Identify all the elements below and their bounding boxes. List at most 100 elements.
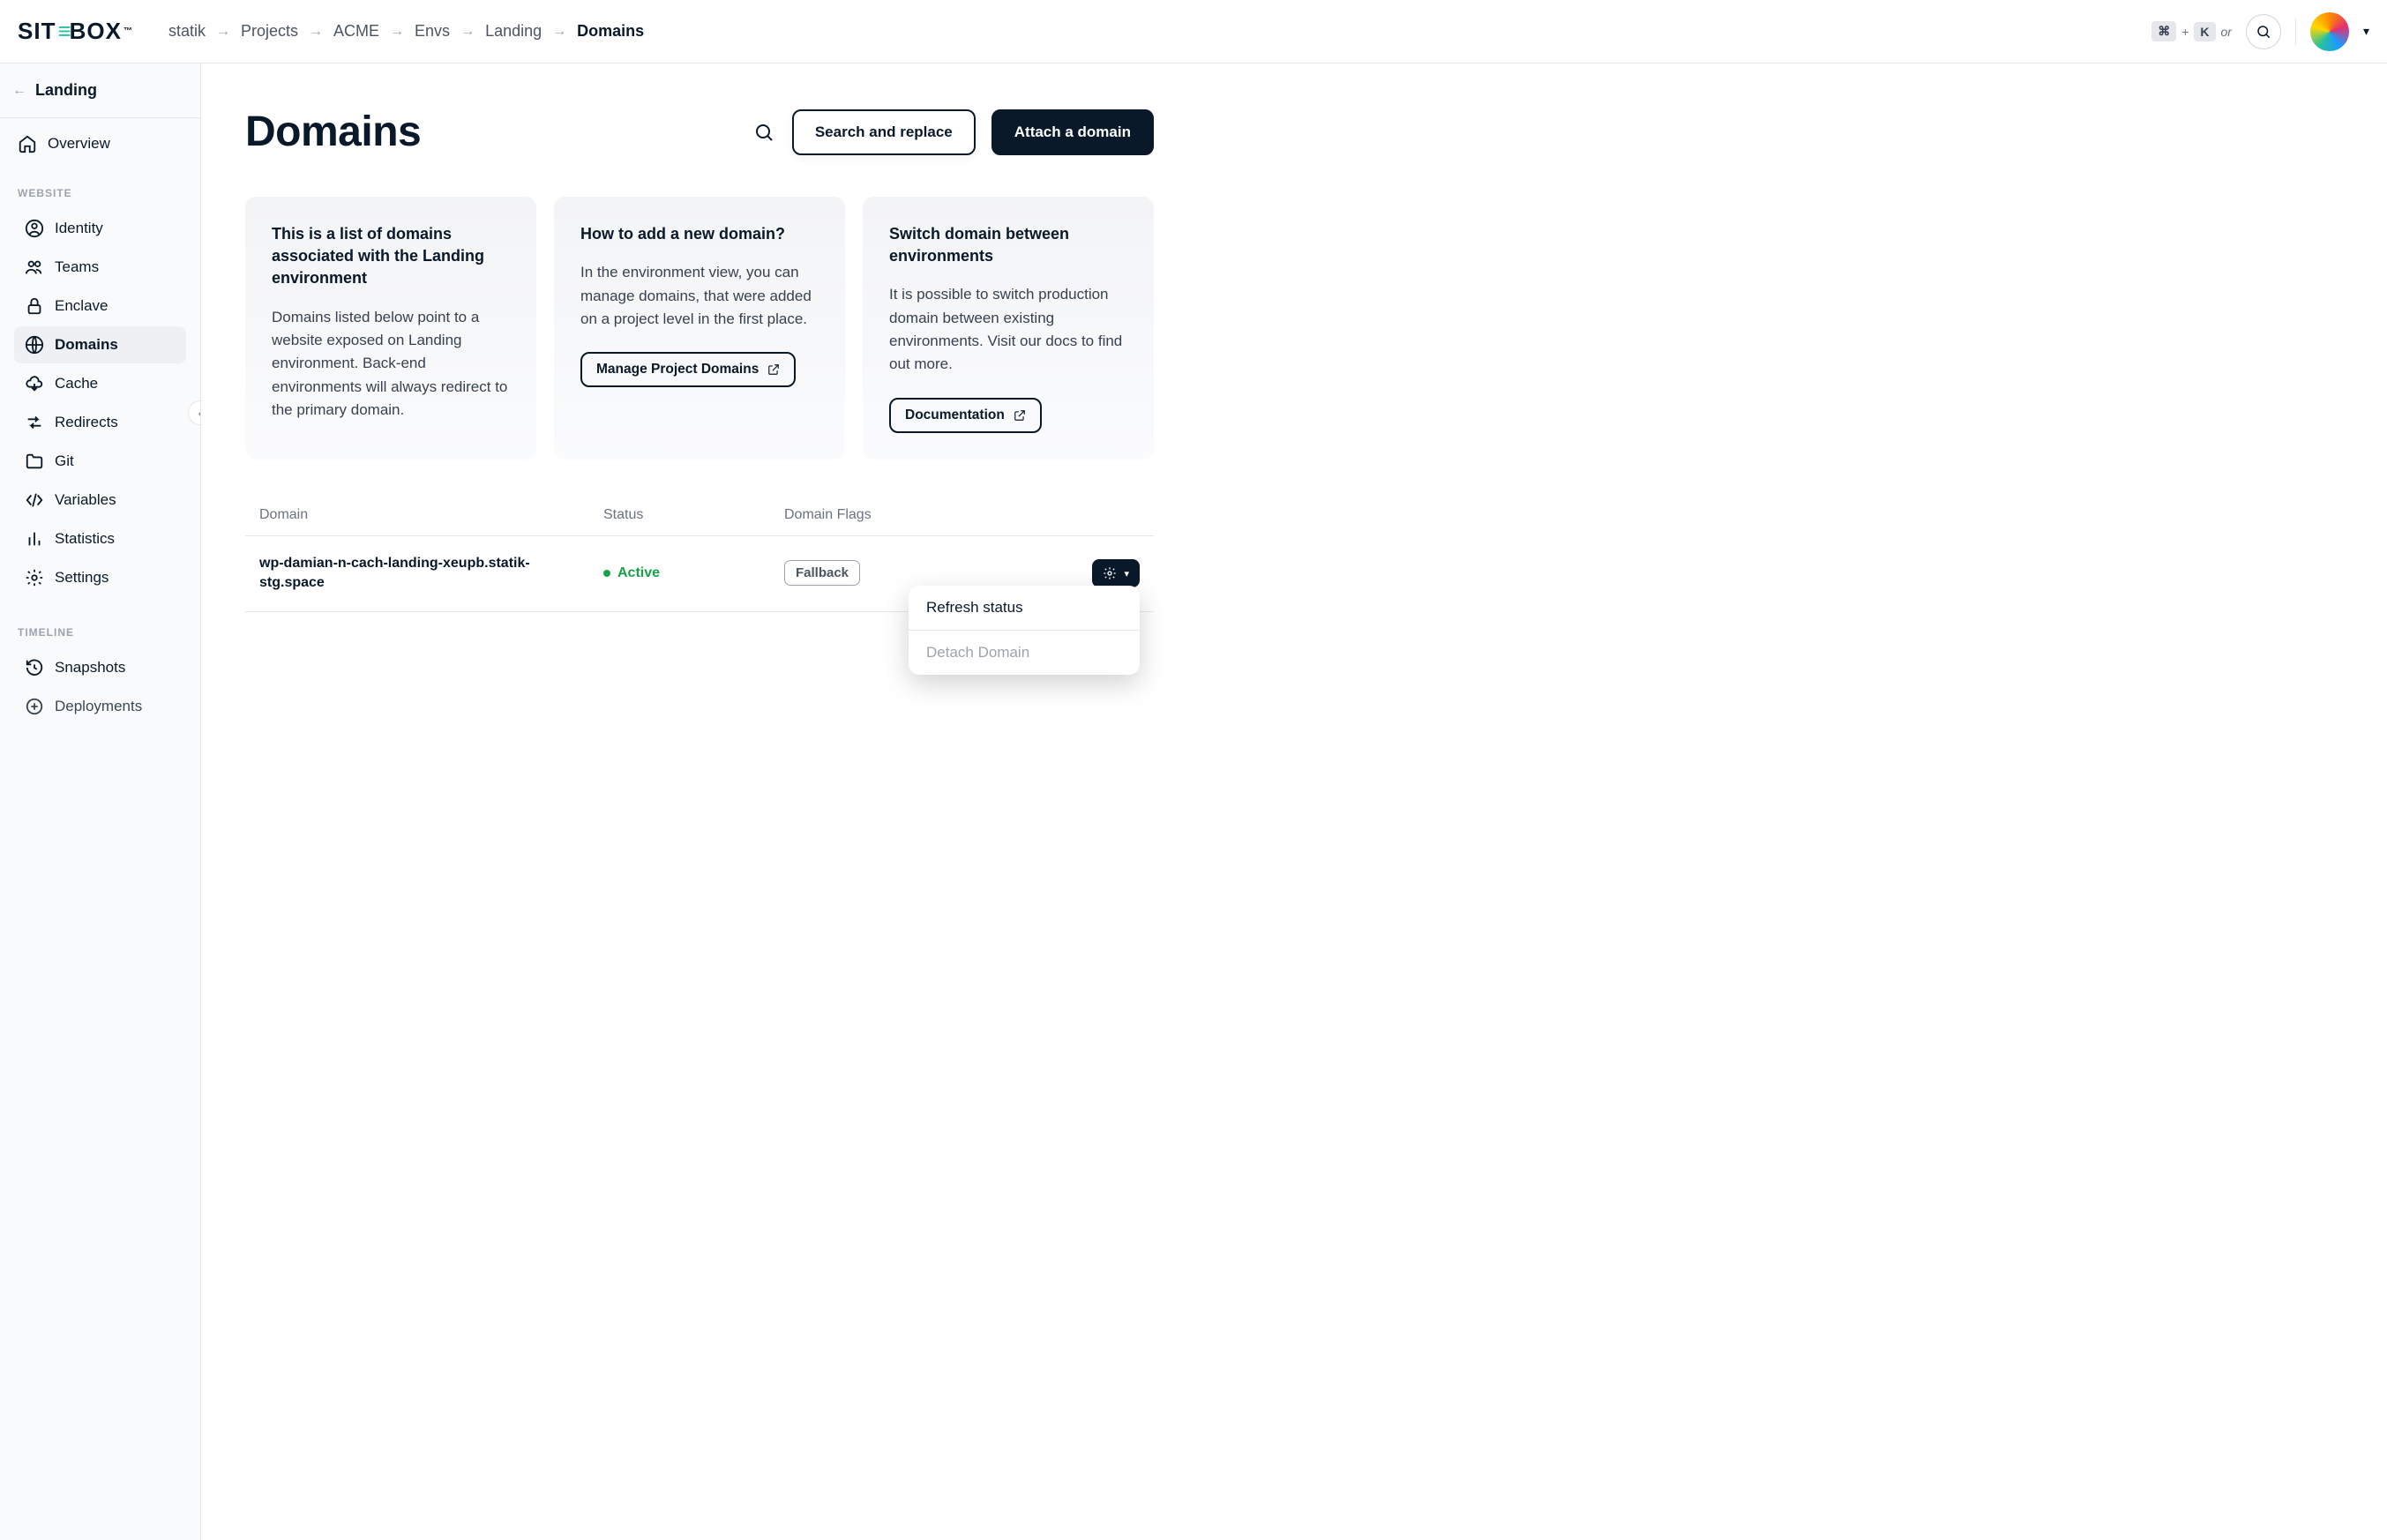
status-badge: Active	[603, 565, 767, 581]
sidebar-item-teams[interactable]: Teams	[14, 249, 186, 286]
page-title: Domains	[245, 108, 421, 156]
breadcrumb-envs[interactable]: Envs	[415, 22, 450, 41]
logo[interactable]: SIT ≡ BOX ™	[18, 18, 133, 45]
search-replace-button[interactable]: Search and replace	[792, 109, 976, 155]
global-search-button[interactable]	[2246, 14, 2281, 49]
sidebar-item-label: Snapshots	[55, 659, 125, 677]
card-link-label: Documentation	[905, 407, 1005, 423]
external-link-icon	[1014, 409, 1026, 422]
sidebar-item-label: Git	[55, 452, 74, 470]
folder-icon	[25, 452, 44, 471]
sidebar-item-git[interactable]: Git	[14, 443, 186, 480]
sidebar-back-button[interactable]: ← Landing	[0, 64, 200, 118]
kbd-cmd: ⌘	[2151, 21, 2176, 41]
arrow-left-icon: ←	[12, 83, 26, 99]
sidebar-item-label: Statistics	[55, 530, 115, 548]
bar-chart-icon	[25, 529, 44, 549]
sidebar-back-label: Landing	[35, 81, 97, 100]
flag-badge: Fallback	[784, 560, 860, 586]
sidebar-item-variables[interactable]: Variables	[14, 482, 186, 519]
sidebar: ← Landing Overview WEBSITE Identity Team…	[0, 64, 201, 1540]
sidebar-item-label: Cache	[55, 375, 98, 392]
lock-icon	[25, 296, 44, 316]
chevron-down-icon: ▾	[1124, 568, 1129, 579]
info-card-add-domain: How to add a new domain? In the environm…	[554, 197, 845, 460]
sidebar-item-label: Deployments	[55, 698, 142, 715]
breadcrumb-acme[interactable]: ACME	[333, 22, 379, 41]
table-row: wp-damian-n-cach-landing-xeupb.statik-st…	[245, 536, 1154, 612]
manage-project-domains-link[interactable]: Manage Project Domains	[580, 352, 796, 387]
sidebar-item-label: Settings	[55, 569, 108, 587]
card-title: Switch domain between environments	[889, 223, 1127, 267]
sidebar-item-redirects[interactable]: Redirects	[14, 404, 186, 441]
card-body: Domains listed below point to a website …	[272, 306, 510, 422]
dropdown-item-refresh[interactable]: Refresh status	[909, 586, 1140, 630]
sidebar-item-snapshots[interactable]: Snapshots	[14, 649, 186, 686]
redirect-icon	[25, 413, 44, 432]
sidebar-item-identity[interactable]: Identity	[14, 210, 186, 247]
history-icon	[25, 658, 44, 677]
documentation-link[interactable]: Documentation	[889, 398, 1042, 433]
logo-text: BOX	[70, 18, 122, 45]
row-actions-button[interactable]: ▾	[1092, 559, 1140, 587]
sidebar-item-label: Variables	[55, 491, 116, 509]
status-text: Active	[617, 565, 660, 581]
sidebar-item-label: Teams	[55, 258, 99, 276]
sidebar-item-enclave[interactable]: Enclave	[14, 288, 186, 325]
dropdown-item-detach[interactable]: Detach Domain	[909, 630, 1140, 675]
search-icon	[2256, 24, 2271, 40]
breadcrumb-projects[interactable]: Projects	[241, 22, 298, 41]
arrow-right-icon: →	[309, 24, 323, 40]
sidebar-item-statistics[interactable]: Statistics	[14, 520, 186, 557]
logo-tm: ™	[123, 26, 133, 36]
card-body: It is possible to switch production doma…	[889, 283, 1127, 376]
kbd-plus: +	[2181, 25, 2189, 39]
home-icon	[18, 134, 37, 153]
domain-name: wp-damian-n-cach-landing-xeupb.statik-st…	[259, 554, 586, 594]
card-link-label: Manage Project Domains	[596, 362, 759, 378]
card-title: How to add a new domain?	[580, 223, 819, 245]
row-actions-dropdown: Refresh status Detach Domain	[909, 586, 1140, 675]
gear-icon	[1103, 566, 1117, 580]
sidebar-heading-website: WEBSITE	[7, 187, 193, 208]
cloud-icon	[25, 374, 44, 393]
breadcrumb-landing[interactable]: Landing	[485, 22, 542, 41]
divider	[2295, 19, 2296, 45]
info-card-domains-list: This is a list of domains associated wit…	[245, 197, 536, 460]
chevron-down-icon[interactable]: ▾	[2363, 24, 2369, 39]
user-circle-icon	[25, 219, 44, 238]
avatar[interactable]	[2310, 12, 2349, 51]
sidebar-item-deployments[interactable]: Deployments	[14, 688, 186, 725]
attach-domain-button[interactable]: Attach a domain	[991, 109, 1154, 155]
deploy-icon	[25, 697, 44, 716]
sidebar-item-settings[interactable]: Settings	[14, 559, 186, 596]
arrow-right-icon: →	[390, 24, 404, 40]
table-column-status: Status	[603, 507, 767, 523]
sidebar-heading-timeline: TIMELINE	[7, 626, 193, 647]
status-dot-icon	[603, 570, 610, 577]
chevron-left-icon: ‹	[198, 406, 201, 420]
table-header: Domain Status Domain Flags	[245, 495, 1154, 536]
users-icon	[25, 258, 44, 277]
arrow-right-icon: →	[552, 24, 566, 40]
keyboard-shortcut-hint: ⌘ + K or	[2151, 21, 2232, 41]
globe-icon	[25, 335, 44, 355]
sidebar-item-label: Enclave	[55, 297, 108, 315]
gear-icon	[25, 568, 44, 587]
table-column-flags: Domain Flags	[784, 507, 934, 523]
card-title: This is a list of domains associated wit…	[272, 223, 510, 290]
domain-search-button[interactable]	[752, 120, 776, 145]
breadcrumb-statik[interactable]: statik	[168, 22, 206, 41]
sidebar-item-domains[interactable]: Domains	[14, 326, 186, 363]
search-icon	[753, 122, 774, 143]
sidebar-item-overview[interactable]: Overview	[7, 125, 193, 162]
info-card-switch-domain: Switch domain between environments It is…	[863, 197, 1154, 460]
kbd-key: K	[2194, 22, 2215, 41]
code-icon	[25, 490, 44, 510]
sidebar-item-label: Domains	[55, 336, 118, 354]
arrow-right-icon: →	[216, 24, 230, 40]
breadcrumb-domains: Domains	[577, 22, 644, 41]
sidebar-item-cache[interactable]: Cache	[14, 365, 186, 402]
external-link-icon	[767, 363, 780, 376]
kbd-or: or	[2221, 25, 2232, 39]
